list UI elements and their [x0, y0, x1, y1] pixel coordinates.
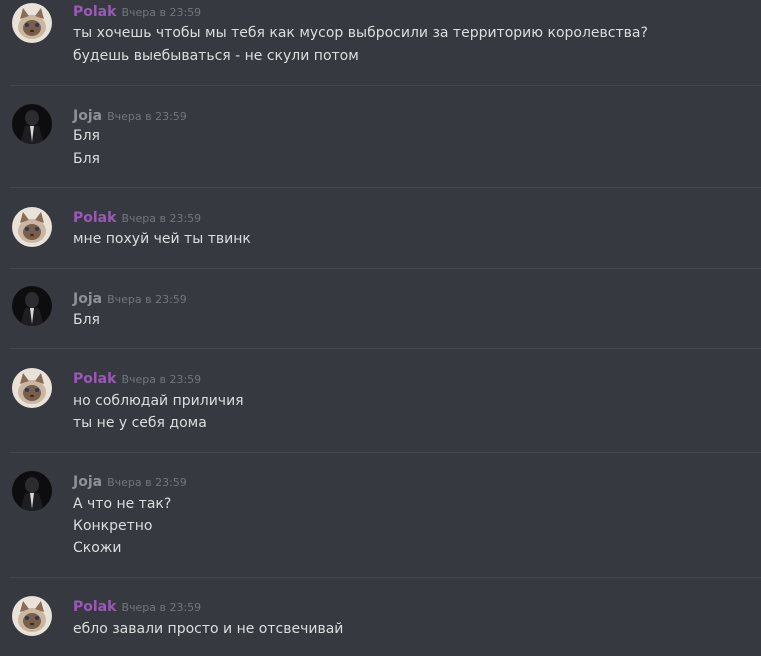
message-text: ты не у себя дома	[73, 415, 207, 431]
dark-figure-avatar-icon[interactable]	[12, 104, 52, 144]
message-divider	[10, 85, 761, 86]
username[interactable]: Joja	[73, 291, 102, 307]
message-header: Polak Вчера в 23:59	[73, 597, 201, 615]
timestamp[interactable]: Вчера в 23:59	[107, 293, 187, 306]
message-text: будешь выебываться - не скули потом	[73, 48, 359, 64]
timestamp[interactable]: Вчера в 23:59	[121, 212, 201, 225]
message-divider	[10, 348, 761, 349]
message-text: но соблюдай приличия	[73, 393, 244, 409]
message-header: Polak Вчера в 23:59	[73, 2, 201, 20]
username[interactable]: Joja	[73, 108, 102, 124]
message-header: Joja Вчера в 23:59	[73, 106, 187, 124]
cat-avatar-icon[interactable]	[12, 368, 52, 408]
username[interactable]: Joja	[73, 474, 102, 490]
message-text: ебло завали просто и не отсвечивай	[73, 621, 344, 637]
message-text: Скожи	[73, 540, 122, 556]
timestamp[interactable]: Вчера в 23:59	[107, 110, 187, 123]
message-divider	[10, 577, 761, 578]
message-text: ты хочешь чтобы мы тебя как мусор выброс…	[73, 25, 648, 41]
chat-messages: Polak Вчера в 23:59 ты хочешь чтобы мы те…	[0, 0, 761, 656]
message-text: Бля	[73, 312, 100, 328]
username[interactable]: Polak	[73, 599, 116, 615]
timestamp[interactable]: Вчера в 23:59	[121, 601, 201, 614]
cat-avatar-icon[interactable]	[12, 207, 52, 247]
username[interactable]: Polak	[73, 4, 116, 20]
dark-figure-avatar-icon[interactable]	[12, 471, 52, 511]
message-text: Конкретно	[73, 518, 153, 534]
message-divider	[10, 452, 761, 453]
username[interactable]: Polak	[73, 371, 116, 387]
message-text: Бля	[73, 151, 100, 167]
dark-figure-avatar-icon[interactable]	[12, 286, 52, 326]
message-text: А что не так?	[73, 496, 172, 512]
message-divider	[10, 187, 761, 188]
message-header: Polak Вчера в 23:59	[73, 208, 201, 226]
timestamp[interactable]: Вчера в 23:59	[107, 476, 187, 489]
message-text: Бля	[73, 128, 100, 144]
message-header: Joja Вчера в 23:59	[73, 289, 187, 307]
timestamp[interactable]: Вчера в 23:59	[121, 373, 201, 386]
message-header: Joja Вчера в 23:59	[73, 472, 187, 490]
message-text: мне похуй чей ты твинк	[73, 231, 251, 247]
username[interactable]: Polak	[73, 210, 116, 226]
timestamp[interactable]: Вчера в 23:59	[121, 6, 201, 19]
cat-avatar-icon[interactable]	[12, 3, 52, 43]
message-divider	[10, 268, 761, 269]
message-header: Polak Вчера в 23:59	[73, 369, 201, 387]
cat-avatar-icon[interactable]	[12, 596, 52, 636]
